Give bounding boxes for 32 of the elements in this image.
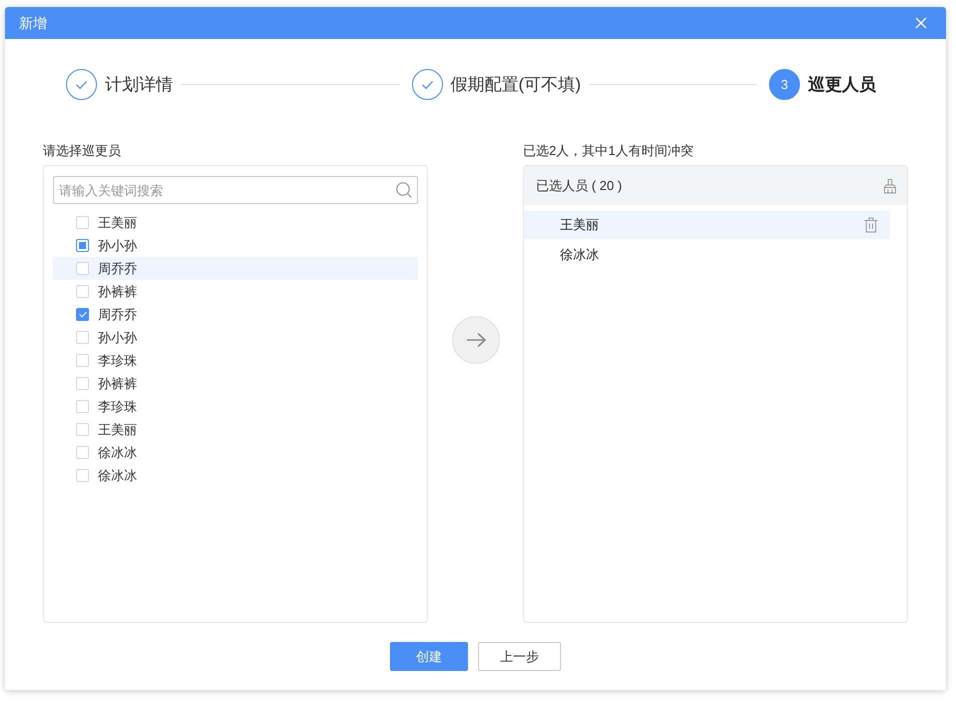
search-field[interactable]: 请输入关键词搜索 bbox=[53, 176, 418, 204]
list-item[interactable]: 周乔乔 bbox=[53, 257, 418, 280]
dialog-title: 新增 bbox=[19, 14, 47, 33]
list-item[interactable]: 李珍珠 bbox=[53, 349, 418, 372]
list-item[interactable]: 周乔乔 bbox=[53, 303, 418, 326]
panel-header-title: 已选人员 ( 20 ) bbox=[536, 176, 622, 194]
list-item[interactable]: 孙裤裤 bbox=[53, 372, 418, 395]
trash-icon[interactable] bbox=[864, 217, 878, 233]
list-item[interactable]: 徐冰冰 bbox=[53, 441, 418, 464]
search-icon[interactable] bbox=[396, 182, 412, 198]
list-item[interactable]: 孙小孙 bbox=[53, 234, 418, 257]
list-item[interactable]: 王美丽 bbox=[53, 418, 418, 441]
transfer-button[interactable] bbox=[452, 316, 500, 364]
step-label: 计划详情 bbox=[105, 74, 173, 96]
arrow-right-icon bbox=[466, 332, 486, 348]
step-label: 巡更人员 bbox=[808, 74, 876, 96]
step-number: 3 bbox=[769, 69, 800, 100]
section-label: 请选择巡更员 bbox=[43, 142, 121, 160]
list-item[interactable]: 孙小孙 bbox=[53, 326, 418, 349]
broom-icon[interactable] bbox=[883, 178, 897, 194]
list-item[interactable]: 李珍珠 bbox=[53, 395, 418, 418]
back-button[interactable]: 上一步 bbox=[478, 642, 561, 671]
close-icon[interactable] bbox=[915, 17, 927, 29]
checkbox[interactable] bbox=[76, 239, 89, 252]
step-label: 假期配置(可不填) bbox=[450, 74, 581, 96]
list-item[interactable]: 孙裤裤 bbox=[53, 280, 418, 303]
list-item[interactable]: 徐冰冰 bbox=[524, 241, 890, 269]
list-item[interactable]: 王美丽 bbox=[524, 211, 890, 239]
section-label: 已选2人，其中1人有时间冲突 bbox=[523, 142, 694, 160]
checkbox[interactable] bbox=[76, 308, 89, 321]
list-item[interactable]: 徐冰冰 bbox=[53, 464, 418, 487]
list-item[interactable]: 王美丽 bbox=[53, 211, 418, 234]
